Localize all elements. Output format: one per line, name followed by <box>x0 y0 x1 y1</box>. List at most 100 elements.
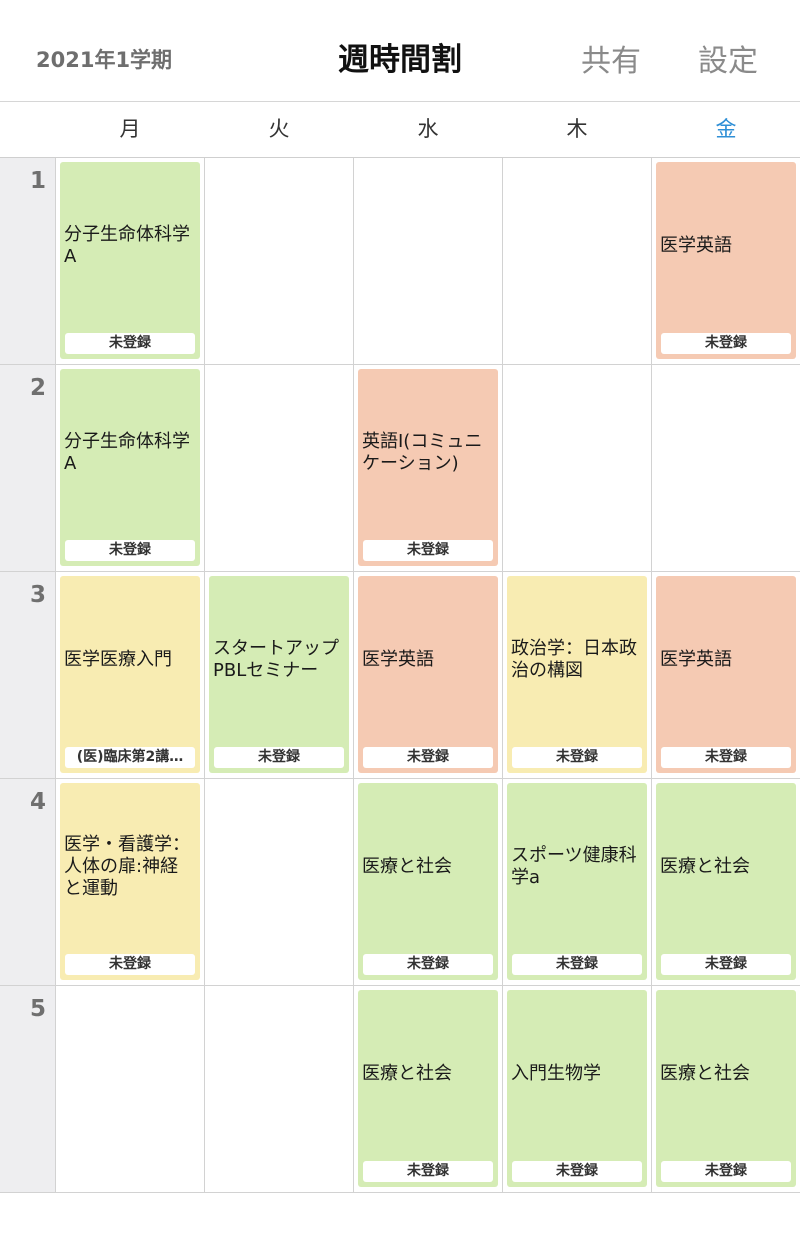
timetable-cell-fri-3[interactable]: 医学英語 未登録 <box>652 572 800 778</box>
timetable-cell-fri-2[interactable] <box>652 365 800 571</box>
class-name: 医学英語 <box>362 648 434 670</box>
timetable-cell-wed-2[interactable]: 英語I(コミュニケーション) 未登録 <box>354 365 503 571</box>
timetable-cell-mon-1[interactable]: 分子生命体科学A 未登録 <box>56 158 205 364</box>
registration-status-badge: (医)臨床第2講… <box>65 747 195 768</box>
timetable-cell-wed-3[interactable]: 医学英語 未登録 <box>354 572 503 778</box>
registration-status-badge: 未登録 <box>363 747 493 768</box>
period-row-5: 5 医療と社会 未登録 入門生物学 未登録 医療と社会 未登録 <box>0 986 800 1193</box>
class-name: 医学医療入門 <box>64 648 172 670</box>
day-wed: 水 <box>417 117 439 141</box>
registration-status-badge: 未登録 <box>65 954 195 975</box>
period-label: 2 <box>0 365 56 571</box>
class-name: スタートアップPBLセミナー <box>213 637 339 681</box>
timetable-cell-mon-5[interactable] <box>56 986 205 1192</box>
timetable-grid: 1 分子生命体科学A 未登録 医学英語 未登録 2 分子生命体科学A 未登録 英語I(コミュニケ… <box>0 158 800 1193</box>
timetable-cell-mon-3[interactable]: 医学医療入門 (医)臨床第2講… <box>56 572 205 778</box>
registration-status-badge: 未登録 <box>65 540 195 561</box>
registration-status-badge: 未登録 <box>512 1161 642 1182</box>
class-card[interactable]: 医療と社会 未登録 <box>358 783 498 980</box>
class-card[interactable]: 医学英語 未登録 <box>358 576 498 773</box>
period-number: 2 <box>29 375 46 401</box>
day-tue: 火 <box>268 117 290 141</box>
timetable-cell-tue-1[interactable] <box>205 158 354 364</box>
timetable-cell-thu-2[interactable] <box>503 365 652 571</box>
class-card[interactable]: 分子生命体科学A 未登録 <box>60 369 200 566</box>
class-card[interactable]: 分子生命体科学A 未登録 <box>60 162 200 359</box>
period-row-1: 1 分子生命体科学A 未登録 医学英語 未登録 <box>0 158 800 365</box>
page-title: 週時間割 <box>0 34 800 79</box>
share-button[interactable]: 共有 <box>581 36 641 80</box>
timetable-cell-wed-5[interactable]: 医療と社会 未登録 <box>354 986 503 1192</box>
class-name: 英語I(コミュニケーション) <box>362 430 483 474</box>
class-name: 医学・看護学：人体の扉:神経と運動 <box>64 833 190 899</box>
app-header: 2021年1学期 週時間割 共有 設定 <box>0 0 800 102</box>
class-card[interactable]: スポーツ健康科学a 未登録 <box>507 783 647 980</box>
class-name: 医学英語 <box>660 648 732 670</box>
registration-status-badge: 未登録 <box>661 747 791 768</box>
class-card[interactable]: 医学英語 未登録 <box>656 162 796 359</box>
registration-status-badge: 未登録 <box>661 333 791 354</box>
class-card[interactable]: 医学・看護学：人体の扉:神経と運動未登録 <box>60 783 200 980</box>
timetable-cell-fri-1[interactable]: 医学英語 未登録 <box>652 158 800 364</box>
timetable-cell-thu-5[interactable]: 入門生物学 未登録 <box>503 986 652 1192</box>
period-number: 4 <box>29 789 46 815</box>
class-card[interactable]: 医療と社会 未登録 <box>656 783 796 980</box>
day-thu: 木 <box>566 117 588 141</box>
class-card[interactable]: 医療と社会 未登録 <box>656 990 796 1187</box>
settings-button[interactable]: 設定 <box>698 36 758 80</box>
timetable-cell-fri-4[interactable]: 医療と社会 未登録 <box>652 779 800 985</box>
class-card[interactable]: スタートアップPBLセミナー未登録 <box>209 576 349 773</box>
period-label: 5 <box>0 986 56 1192</box>
registration-status-badge: 未登録 <box>363 1161 493 1182</box>
timetable-cell-thu-1[interactable] <box>503 158 652 364</box>
class-name: 医療と社会 <box>362 855 452 877</box>
class-card[interactable]: 医学英語 未登録 <box>656 576 796 773</box>
class-name: 医療と社会 <box>660 1062 750 1084</box>
class-card[interactable]: 英語I(コミュニケーション) 未登録 <box>358 369 498 566</box>
class-card[interactable]: 政治学：日本政治の構図未登録 <box>507 576 647 773</box>
timetable-cell-tue-3[interactable]: スタートアップPBLセミナー未登録 <box>205 572 354 778</box>
period-label: 1 <box>0 158 56 364</box>
timetable-cell-mon-2[interactable]: 分子生命体科学A 未登録 <box>56 365 205 571</box>
day-fri: 金 <box>715 117 737 141</box>
period-number: 3 <box>29 582 46 608</box>
class-name: 入門生物学 <box>511 1062 601 1084</box>
registration-status-badge: 未登録 <box>363 540 493 561</box>
period-row-4: 4 医学・看護学：人体の扉:神経と運動 未登録 医療と社会 未登録 スポーツ健康科学a 未登… <box>0 779 800 986</box>
period-number: 5 <box>29 996 46 1022</box>
class-name: 医療と社会 <box>362 1062 452 1084</box>
registration-status-badge: 未登録 <box>512 747 642 768</box>
period-label: 4 <box>0 779 56 985</box>
timetable-cell-tue-4[interactable] <box>205 779 354 985</box>
class-name: スポーツ健康科学a <box>511 844 637 888</box>
timetable-cell-tue-5[interactable] <box>205 986 354 1192</box>
class-name: 分子生命体科学A <box>64 430 190 474</box>
registration-status-badge: 未登録 <box>661 954 791 975</box>
period-label: 3 <box>0 572 56 778</box>
class-card[interactable]: 医療と社会 未登録 <box>358 990 498 1187</box>
period-row-3: 3 医学医療入門 (医)臨床第2講… スタートアップPBLセミナー 未登録 医学英語 未登録… <box>0 572 800 779</box>
registration-status-badge: 未登録 <box>363 954 493 975</box>
class-card[interactable]: 医学医療入門 (医)臨床第2講… <box>60 576 200 773</box>
class-name: 医学英語 <box>660 234 732 256</box>
period-row-2: 2 分子生命体科学A 未登録 英語I(コミュニケーション) 未登録 <box>0 365 800 572</box>
timetable-cell-tue-2[interactable] <box>205 365 354 571</box>
timetable-cell-fri-5[interactable]: 医療と社会 未登録 <box>652 986 800 1192</box>
timetable-cell-thu-3[interactable]: 政治学：日本政治の構図未登録 <box>503 572 652 778</box>
class-name: 政治学：日本政治の構図 <box>511 637 637 681</box>
timetable-cell-mon-4[interactable]: 医学・看護学：人体の扉:神経と運動未登録 <box>56 779 205 985</box>
class-name: 分子生命体科学A <box>64 223 190 267</box>
timetable-cell-thu-4[interactable]: スポーツ健康科学a 未登録 <box>503 779 652 985</box>
timetable-cell-wed-4[interactable]: 医療と社会 未登録 <box>354 779 503 985</box>
registration-status-badge: 未登録 <box>512 954 642 975</box>
class-card[interactable]: 入門生物学 未登録 <box>507 990 647 1187</box>
timetable-cell-wed-1[interactable] <box>354 158 503 364</box>
period-number: 1 <box>29 168 46 194</box>
page-title-text: 週時間割 <box>338 42 462 78</box>
class-name: 医療と社会 <box>660 855 750 877</box>
registration-status-badge: 未登録 <box>661 1161 791 1182</box>
weekday-header: 月 火 水 木 金 <box>0 102 800 158</box>
registration-status-badge: 未登録 <box>65 333 195 354</box>
day-mon: 月 <box>119 117 141 141</box>
registration-status-badge: 未登録 <box>214 747 344 768</box>
